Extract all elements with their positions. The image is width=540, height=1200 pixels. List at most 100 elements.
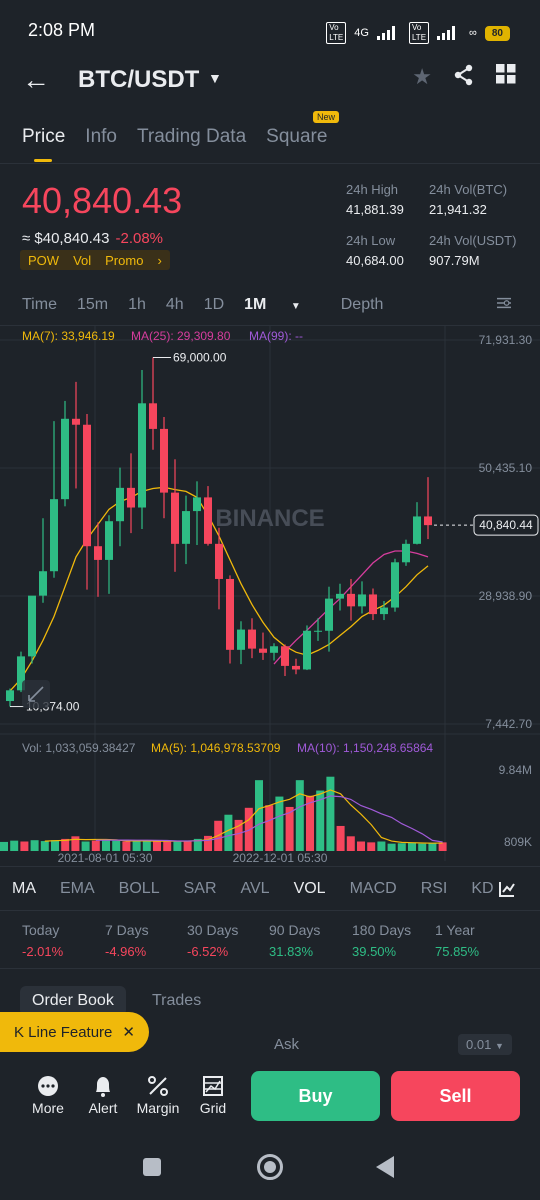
stat-volusdt-label: 24h Vol(USDT) — [429, 233, 517, 248]
ind-kd[interactable]: KD — [471, 880, 493, 898]
system-nav-bar — [0, 1138, 540, 1200]
tab-trading-data[interactable]: Trading Data — [137, 126, 246, 148]
interval-selector: Time 15m 1h 4h 1D 1M ▼ Depth — [22, 296, 403, 314]
volume-bar — [295, 780, 304, 851]
indicator-settings-icon[interactable] — [498, 880, 516, 898]
alert-label: Alert — [88, 1100, 118, 1116]
recents-icon[interactable] — [143, 1158, 161, 1176]
stat-high: 41,881.39 — [346, 202, 404, 217]
margin-button[interactable]: Margin — [128, 1074, 188, 1116]
grid-layout-icon[interactable] — [496, 64, 516, 92]
interval-4h[interactable]: 4h — [166, 296, 184, 314]
chip-pow: POW — [28, 252, 60, 268]
candle — [116, 467, 124, 547]
volume-bar — [224, 814, 233, 851]
back-arrow-icon[interactable]: ← — [22, 64, 50, 96]
pair-title[interactable]: BTC/USDT — [78, 66, 199, 94]
interval-time[interactable]: Time — [22, 296, 57, 314]
sell-button[interactable]: Sell — [391, 1071, 520, 1121]
volume-bar — [51, 840, 59, 851]
candle-body — [303, 630, 311, 670]
home-icon[interactable] — [257, 1154, 283, 1180]
ind-vol[interactable]: VOL — [294, 880, 326, 898]
candle — [72, 381, 80, 489]
ind-ma[interactable]: MA — [12, 880, 36, 898]
perf-label: 1 Year — [435, 922, 475, 938]
grid-button[interactable]: Grid — [183, 1074, 243, 1116]
candle-body — [138, 403, 146, 508]
more-button[interactable]: More — [18, 1074, 78, 1116]
stat-low: 40,684.00 — [346, 253, 404, 268]
kline-feature-banner[interactable]: K Line Feature ✕ — [0, 1012, 149, 1052]
ind-sar[interactable]: SAR — [184, 880, 217, 898]
tab-trades[interactable]: Trades — [152, 992, 201, 1010]
star-icon[interactable]: ★ — [412, 64, 432, 92]
candle — [127, 453, 135, 534]
perf-value: 31.83% — [269, 944, 314, 959]
tab-price[interactable]: Price — [22, 126, 65, 162]
indicator-tabs: MA EMA BOLL SAR AVL VOL MACD RSI KD — [12, 880, 518, 898]
candle — [237, 621, 245, 665]
candle — [204, 486, 212, 546]
candle-body — [292, 665, 300, 670]
close-icon[interactable]: ✕ — [122, 1024, 135, 1041]
more-icon — [38, 1076, 58, 1096]
signal-icon — [376, 26, 401, 40]
ind-macd[interactable]: MACD — [350, 880, 397, 898]
tab-info[interactable]: Info — [85, 126, 117, 148]
interval-1m-label: 1M — [244, 296, 267, 313]
interval-1d[interactable]: 1D — [204, 296, 224, 314]
divider — [0, 866, 540, 867]
last-price: 40,840.43 — [22, 180, 183, 221]
perf-value: 75.85% — [435, 944, 480, 959]
ind-rsi[interactable]: RSI — [421, 880, 448, 898]
ind-ema[interactable]: EMA — [60, 880, 95, 898]
candle-body — [72, 418, 80, 425]
interval-1h[interactable]: 1h — [128, 296, 146, 314]
candles — [6, 357, 432, 707]
status-icons: Vo LTE 4G Vo LTE ∞ 80 — [326, 22, 510, 44]
candle-body — [39, 571, 47, 596]
candle — [50, 421, 58, 578]
grid-label: Grid — [199, 1100, 227, 1116]
caret-down-icon[interactable]: ▼ — [208, 70, 222, 86]
interval-depth[interactable]: Depth — [341, 296, 384, 314]
candle-body — [50, 499, 58, 572]
buy-button[interactable]: Buy — [251, 1071, 380, 1121]
candle — [259, 632, 267, 660]
ind-boll[interactable]: BOLL — [119, 880, 160, 898]
price-chart[interactable]: BINANCE 71,931.30 50,435.10 28,938.90 7,442… — [0, 326, 540, 866]
candle-body — [369, 594, 377, 615]
alert-button[interactable]: Alert — [73, 1074, 133, 1116]
perf-180d: 180 Days 39.50% — [352, 922, 411, 959]
volume-bar — [367, 842, 376, 851]
candle — [369, 588, 377, 621]
new-badge: New — [313, 111, 340, 123]
volume-bar — [255, 780, 263, 851]
volume-bar — [408, 842, 416, 851]
tab-square[interactable]: Square — [266, 126, 327, 148]
candle — [226, 575, 234, 664]
candle-body — [402, 543, 410, 563]
candle-body — [61, 418, 69, 500]
volume-bar — [397, 843, 406, 851]
vol-ma5-line — [44, 789, 443, 844]
precision-select[interactable]: 0.01 ▼ — [458, 1034, 512, 1055]
chip-vol: Vol — [73, 252, 92, 268]
divider — [0, 910, 540, 911]
current-price-label: 40,840.44 — [479, 518, 533, 532]
interval-1m[interactable]: 1M ▼ — [244, 296, 321, 314]
share-icon[interactable] — [454, 64, 474, 92]
interval-15m[interactable]: 15m — [77, 296, 108, 314]
chart-settings-icon[interactable] — [496, 296, 512, 310]
tag-chips[interactable]: POW Vol Promo › — [20, 250, 170, 270]
volume-bar — [428, 842, 437, 851]
kline-label: K Line Feature — [14, 1024, 113, 1041]
volume-bar — [112, 840, 121, 851]
volume-bar — [173, 841, 182, 851]
candle-body — [358, 594, 366, 607]
back-icon[interactable] — [376, 1156, 394, 1178]
candle-body — [105, 521, 113, 560]
perf-value: -6.52% — [187, 944, 229, 959]
ind-avl[interactable]: AVL — [241, 880, 270, 898]
